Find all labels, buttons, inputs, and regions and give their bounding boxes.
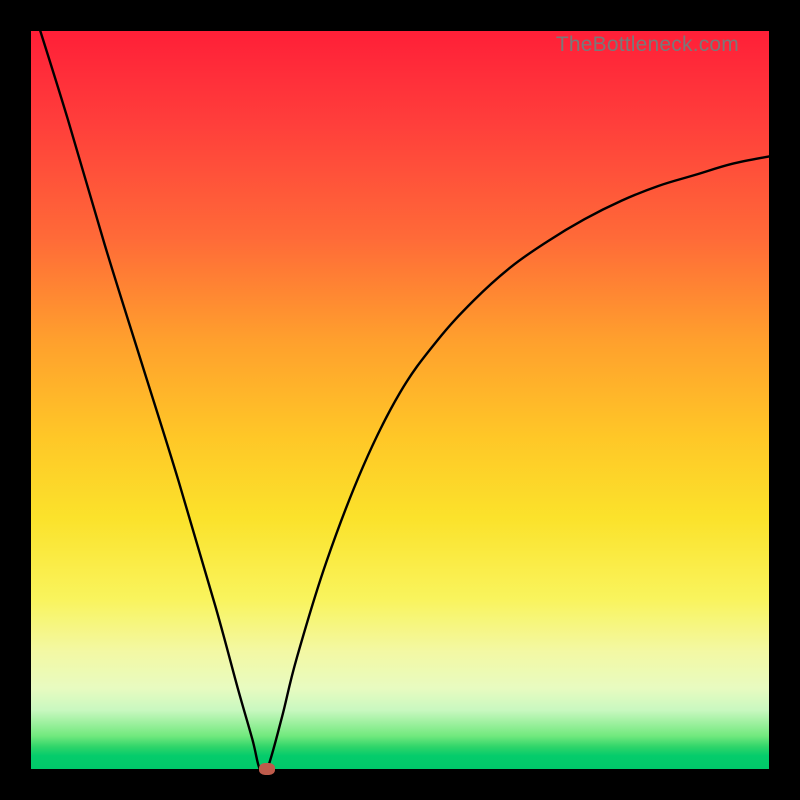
minimum-marker <box>259 763 275 775</box>
plot-area <box>31 31 769 769</box>
chart-frame: TheBottleneck.com <box>0 0 800 800</box>
bottleneck-curve <box>31 31 769 769</box>
watermark-text: TheBottleneck.com <box>556 33 739 57</box>
